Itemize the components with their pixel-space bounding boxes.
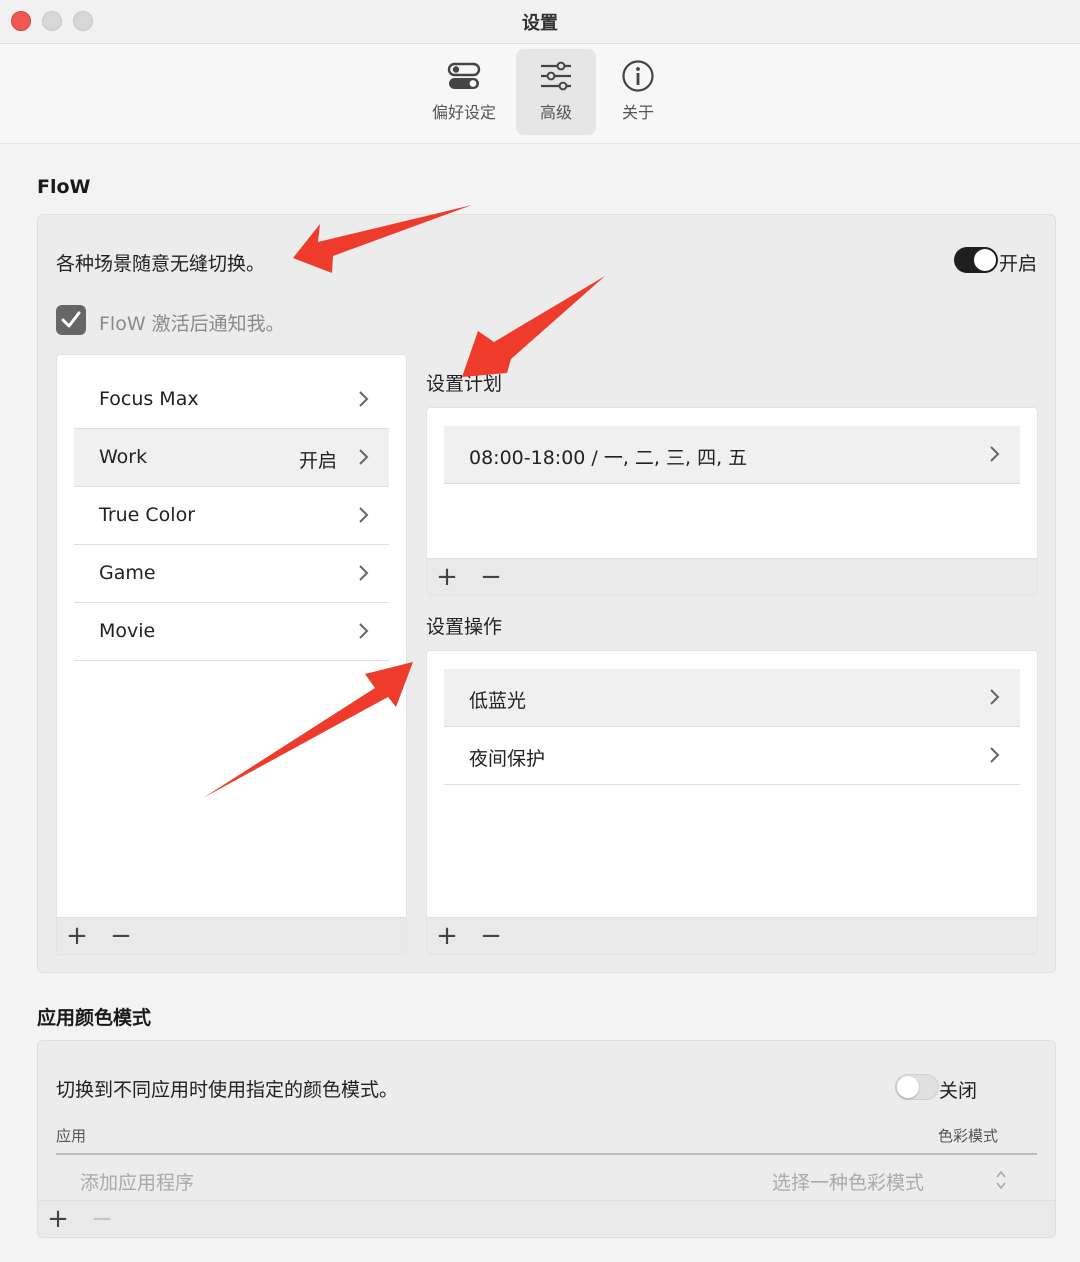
scene-name: Focus Max [99, 388, 199, 410]
scene-item-focus-max[interactable]: Focus Max [74, 371, 389, 429]
action-text: 低蓝光 [469, 690, 527, 712]
toggle-knob [897, 1076, 919, 1098]
scene-item-work[interactable]: Work 开启 [74, 429, 389, 487]
remove-app-button[interactable]: − [88, 1204, 116, 1234]
chevron-right-icon [359, 565, 369, 581]
remove-action-button[interactable]: − [477, 921, 505, 951]
add-scene-button[interactable]: + [63, 921, 91, 951]
info-icon [622, 60, 654, 92]
chevron-right-icon [990, 446, 1000, 462]
schedule-title: 设置计划 [426, 373, 503, 395]
column-header-app: 应用 [56, 1127, 87, 1145]
color-mode-card: 切换到不同应用时使用指定的颜色模式。 关闭 应用 色彩模式 添加应用程序 选择一… [37, 1040, 1056, 1238]
tab-preferences[interactable]: 偏好设定 [424, 49, 504, 135]
chevron-right-icon [359, 449, 369, 465]
toolbar: 偏好设定 高级 关于 [0, 44, 1080, 144]
chevron-right-icon [990, 689, 1000, 705]
chevron-right-icon [359, 391, 369, 407]
tab-advanced[interactable]: 高级 [516, 49, 596, 135]
flow-toggle[interactable] [954, 247, 998, 273]
scene-item-game[interactable]: Game [74, 545, 389, 603]
add-action-button[interactable]: + [433, 921, 461, 951]
title-bar: 设置 [0, 0, 1080, 44]
flow-description: 各种场景随意无缝切换。 [56, 253, 266, 275]
scene-name: Work [99, 446, 148, 468]
add-app-field[interactable]: 添加应用程序 [80, 1168, 194, 1195]
flow-section-title: FloW [37, 176, 91, 198]
schedule-text: 08:00-18:00 / 一, 二, 三, 四, 五 [469, 447, 748, 469]
color-mode-description: 切换到不同应用时使用指定的颜色模式。 [56, 1079, 399, 1101]
flow-card: 各种场景随意无缝切换。 开启 FloW 激活后通知我。 Focus Max Wo… [37, 214, 1056, 973]
app-list-footer: + − [38, 1200, 1055, 1237]
actions-footer: + − [427, 917, 1037, 954]
chevron-right-icon [990, 747, 1000, 763]
scene-name: True Color [99, 504, 196, 526]
color-mode-toggle[interactable] [895, 1074, 939, 1100]
column-header-color-mode: 色彩模式 [938, 1127, 999, 1145]
scene-list-footer: + − [57, 917, 406, 954]
chevron-right-icon [359, 623, 369, 639]
tab-about[interactable]: 关于 [598, 49, 678, 135]
tab-label: 偏好设定 [431, 103, 496, 122]
sliders-icon [541, 61, 571, 91]
action-item-low-blue-light[interactable]: 低蓝光 [444, 669, 1020, 727]
add-app-button[interactable]: + [44, 1204, 72, 1234]
flow-toggle-label: 开启 [999, 253, 1038, 275]
schedule-panel: 08:00-18:00 / 一, 二, 三, 四, 五 + − [426, 407, 1038, 596]
scene-item-true-color[interactable]: True Color [74, 487, 389, 545]
actions-panel: 低蓝光 夜间保护 + − [426, 650, 1038, 955]
scene-name: Game [99, 562, 156, 584]
remove-scene-button[interactable]: − [107, 921, 135, 951]
color-mode-toggle-label: 关闭 [939, 1080, 978, 1102]
select-arrows-icon [996, 1170, 1006, 1190]
notify-checkbox[interactable] [56, 305, 86, 335]
window-title: 设置 [522, 13, 558, 34]
toggles-icon [447, 62, 481, 89]
notify-label: FloW 激活后通知我。 [99, 313, 285, 335]
schedule-footer: + − [427, 558, 1037, 595]
scene-name: Movie [99, 620, 156, 642]
scene-status: 开启 [298, 450, 337, 472]
color-mode-select[interactable]: 选择一种色彩模式 [772, 1168, 924, 1195]
chevron-right-icon [359, 507, 369, 523]
action-text: 夜间保护 [469, 748, 546, 770]
tab-label: 高级 [539, 103, 572, 122]
color-mode-section-title: 应用颜色模式 [37, 1007, 152, 1029]
table-header-divider [56, 1153, 1037, 1155]
checkmark-icon [61, 311, 81, 328]
toggle-knob [974, 249, 996, 271]
tab-label: 关于 [621, 103, 654, 122]
schedule-item[interactable]: 08:00-18:00 / 一, 二, 三, 四, 五 [444, 426, 1020, 484]
actions-title: 设置操作 [426, 616, 503, 638]
add-schedule-button[interactable]: + [433, 562, 461, 592]
scene-item-movie[interactable]: Movie [74, 603, 389, 661]
scene-list-panel: Focus Max Work 开启 True Color Game Movie … [56, 354, 407, 955]
action-item-night-protection[interactable]: 夜间保护 [444, 727, 1020, 785]
remove-schedule-button[interactable]: − [477, 562, 505, 592]
